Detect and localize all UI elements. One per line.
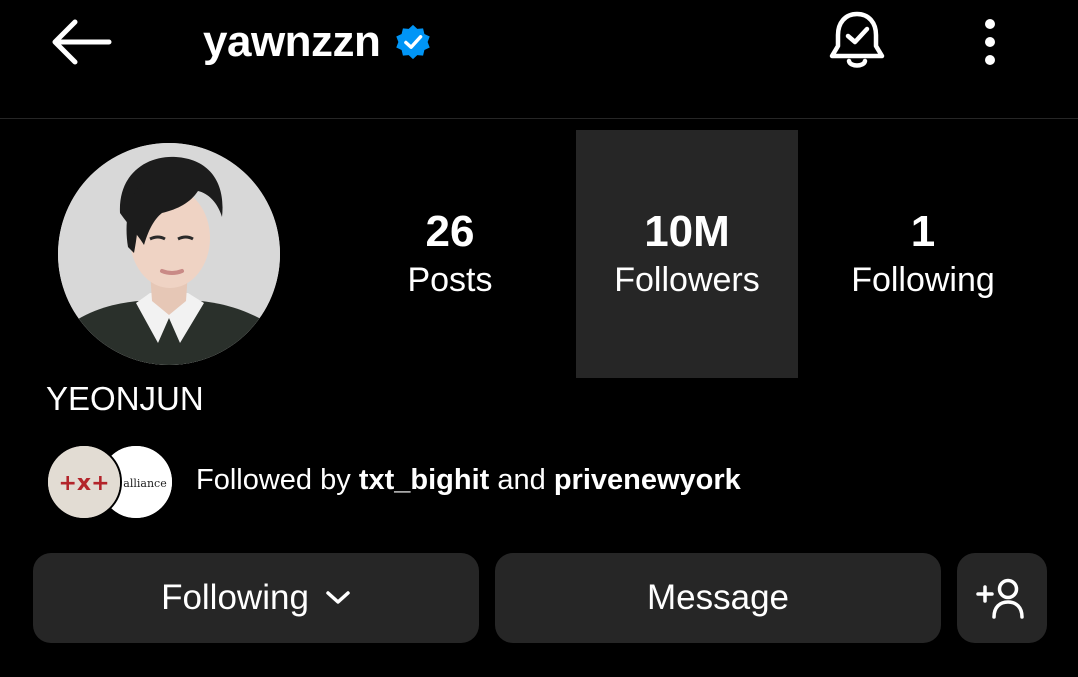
arrow-left-icon	[52, 19, 112, 65]
following-label: Following	[851, 261, 995, 299]
posts-number: 26	[425, 207, 475, 256]
username-header: yawnzzn	[203, 12, 432, 72]
suggest-people-button[interactable]	[957, 553, 1047, 643]
following-button-label: Following	[161, 578, 309, 617]
header-divider	[0, 118, 1078, 119]
followers-number: 10M	[644, 207, 730, 256]
txt-logo: +x+	[48, 446, 120, 518]
verified-badge-icon	[396, 24, 431, 60]
svg-text:+x+: +x+	[58, 471, 109, 496]
mutual-user-2[interactable]: privenewyork	[554, 464, 741, 496]
display-name: YEONJUN	[46, 380, 204, 417]
followers-label: Followers	[614, 261, 760, 299]
bell-check-icon	[829, 11, 885, 68]
following-number: 1	[910, 207, 936, 256]
followed-by-prefix: Followed by	[196, 464, 351, 496]
following-count[interactable]: 1 Following	[812, 130, 1034, 378]
add-person-icon	[976, 578, 1024, 619]
profile-avatar[interactable]	[58, 143, 280, 365]
following-button[interactable]: Following	[33, 553, 479, 643]
posts-label: Posts	[407, 261, 493, 299]
followed-by-conj: and	[497, 464, 546, 496]
more-options-button[interactable]	[965, 12, 1015, 72]
posts-count[interactable]: 26 Posts	[339, 130, 561, 378]
followed-by-text[interactable]: Followed by txt_bighit and privenewyork	[196, 460, 741, 500]
profile-photo	[58, 143, 280, 365]
followers-count[interactable]: 10M Followers	[576, 130, 798, 378]
chevron-down-icon	[326, 591, 350, 604]
message-button-label: Message	[646, 578, 790, 617]
notifications-button[interactable]	[822, 6, 892, 76]
mutual-user-1[interactable]: txt_bighit	[359, 464, 490, 496]
username: yawnzzn	[203, 17, 381, 66]
more-vertical-icon	[985, 19, 995, 65]
mutual-avatar-1[interactable]: +x+	[46, 444, 122, 520]
message-button[interactable]: Message	[495, 553, 941, 643]
back-button[interactable]	[40, 12, 120, 72]
